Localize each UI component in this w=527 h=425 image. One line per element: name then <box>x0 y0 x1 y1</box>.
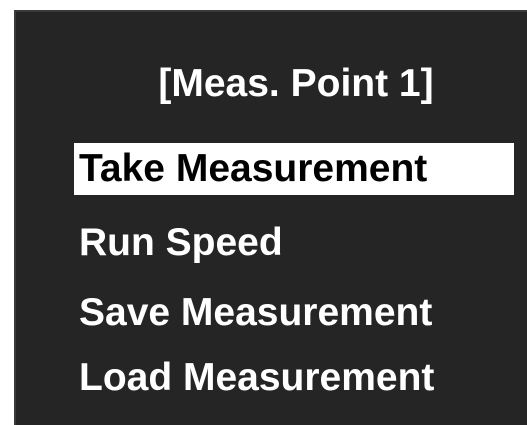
menu-item-take-measurement[interactable]: Take Measurement <box>74 143 514 195</box>
menu-item-save-measurement[interactable]: Save Measurement <box>79 289 432 337</box>
menu-panel: [Meas. Point 1] Take Measurement Run Spe… <box>14 10 527 425</box>
device-screen: [Meas. Point 1] Take Measurement Run Spe… <box>0 0 527 425</box>
menu-item-run-speed[interactable]: Run Speed <box>79 219 283 267</box>
menu-title: [Meas. Point 1] <box>158 62 434 105</box>
menu-item-load-measurement[interactable]: Load Measurement <box>79 354 434 402</box>
